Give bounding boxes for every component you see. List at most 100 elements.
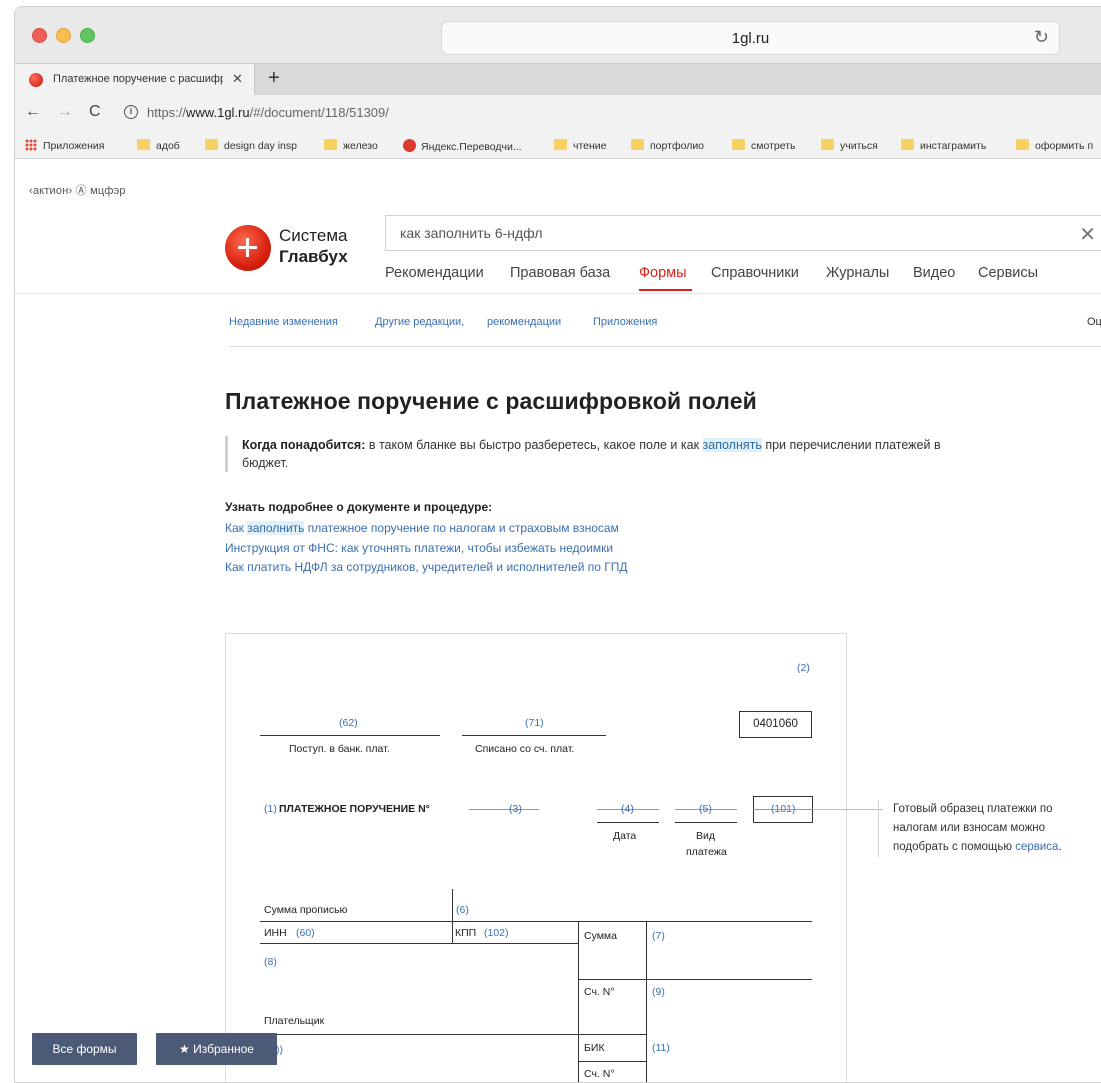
site-info-icon[interactable]: i — [124, 105, 138, 119]
site-favicon-icon — [29, 73, 43, 87]
browser-window: 1gl.ru ↻ Платежное поручение с расшифр ✕… — [14, 6, 1101, 1083]
url-field[interactable]: https://www.1gl.ru/#/document/118/51309/ — [147, 105, 389, 120]
logo-line-2: Главбух — [279, 247, 348, 266]
omnibox-pill[interactable]: 1gl.ru ↻ — [441, 21, 1060, 55]
vid-label-2: платежа — [686, 846, 727, 858]
tab-strip: Платежное поручение с расшифр ✕ + — [15, 63, 1101, 96]
forward-arrow-icon[interactable]: → — [57, 103, 73, 121]
nav-reference[interactable]: Справочники — [711, 265, 799, 281]
field-11-link[interactable]: (11) — [652, 1042, 670, 1054]
field-71-line — [462, 735, 606, 736]
bookmark-label: инстаграмить — [920, 140, 987, 152]
nav-video[interactable]: Видео — [913, 265, 955, 281]
form-hline-6 — [578, 1061, 646, 1062]
close-tab-icon[interactable]: ✕ — [232, 71, 243, 87]
bookmark-instagramit[interactable]: инстаграмить — [901, 139, 986, 152]
payment-order-title: ПЛАТЕЖНОЕ ПОРУЧЕНИЕ N° — [279, 803, 430, 815]
bookmark-uchitsya[interactable]: учиться — [821, 139, 878, 152]
minimize-window-button[interactable] — [56, 28, 71, 43]
bookmark-design-day[interactable]: design day insp — [205, 139, 297, 152]
active-tab[interactable]: Платежное поручение с расшифр ✕ — [15, 64, 255, 96]
field-62-link[interactable]: (62) — [339, 717, 358, 729]
nav-legal-base[interactable]: Правовая база — [510, 265, 610, 281]
bookmark-label: Приложения — [43, 140, 105, 152]
nav-recommendations[interactable]: Рекомендации — [385, 265, 484, 281]
reload-icon[interactable]: ↻ — [1034, 27, 1049, 48]
lead-label: Когда понадобится: — [242, 438, 366, 452]
title-bar: 1gl.ru ↻ — [15, 7, 1101, 63]
subnav-attachments[interactable]: Приложения — [593, 316, 657, 328]
bookmark-oformit[interactable]: оформить п — [1016, 139, 1093, 152]
nav-services[interactable]: Сервисы — [978, 265, 1038, 281]
bookmark-label: портфолио — [650, 140, 705, 152]
field-9-link[interactable]: (9) — [652, 986, 665, 998]
related-link-3[interactable]: Как платить НДФЛ за сотрудников, учредит… — [225, 558, 628, 578]
sample-tip: Готовый образец платежки по налогам или … — [878, 800, 1078, 857]
more-info-heading: Узнать подробнее о документе и процедуре… — [225, 500, 493, 514]
new-tab-icon[interactable]: + — [268, 67, 280, 90]
field-3-line — [469, 809, 539, 810]
reload-page-icon[interactable]: C — [89, 103, 101, 121]
form-hline-5 — [578, 1034, 646, 1035]
sch-label: Сч. N° — [584, 986, 615, 998]
subnav-recommendations[interactable]: рекомендации — [487, 316, 561, 328]
aktion-brand[interactable]: ‹актион› Ⓐ мцфэр — [29, 182, 126, 198]
bookmark-label: смотреть — [751, 140, 796, 152]
vid-label-1: Вид — [696, 830, 715, 842]
bookmark-yandex-translate[interactable]: Яндекс.Переводчи... — [403, 139, 522, 153]
field-4-link[interactable]: (4) — [621, 803, 634, 815]
subnav-recent-changes[interactable]: Недавние изменения — [229, 316, 338, 328]
apps-grid-icon — [25, 139, 37, 151]
site-logo[interactable]: Система Главбух — [279, 225, 348, 267]
bookmark-apps[interactable]: Приложения — [25, 139, 104, 152]
subnav-other-editions[interactable]: Другие редакции, — [375, 316, 464, 328]
star-icon: ★ — [179, 1042, 190, 1056]
folder-icon — [1016, 139, 1029, 150]
bookmark-label: чтение — [573, 140, 607, 152]
field-102-link[interactable]: (102) — [484, 927, 509, 939]
tip-service-link[interactable]: сервиса — [1015, 841, 1058, 853]
glavbukh-logo-icon[interactable] — [225, 225, 271, 271]
payment-order-form: (2) (62) Поступ. в банк. плат. (71) Спис… — [225, 633, 883, 1082]
postup-label: Поступ. в банк. плат. — [289, 743, 390, 755]
page-title: Платежное поручение с расшифровкой полей — [225, 388, 757, 414]
favorites-label: Избранное — [193, 1042, 254, 1056]
field-7-link[interactable]: (7) — [652, 930, 665, 942]
date-line — [597, 822, 659, 823]
lead-text-1: в таком бланке вы быстро разберетесь, ка… — [365, 438, 703, 452]
bookmark-label: Яндекс.Переводчи... — [421, 141, 522, 153]
bookmark-portfolio[interactable]: портфолио — [631, 139, 704, 152]
field-60-link[interactable]: (60) — [296, 927, 315, 939]
back-arrow-icon[interactable]: ← — [25, 103, 41, 121]
field-5-link[interactable]: (5) — [699, 803, 712, 815]
bookmark-adob[interactable]: адоб — [137, 139, 180, 152]
field-2-link[interactable]: (2) — [797, 662, 810, 674]
related-link-1[interactable]: Как заполнить платежное поручение по нал… — [225, 519, 628, 539]
field-10-link[interactable]: )) — [276, 1044, 283, 1056]
subnav-right-item[interactable]: Оц — [1087, 316, 1101, 328]
bookmark-chtenie[interactable]: чтение — [554, 139, 607, 152]
field-71-link[interactable]: (71) — [525, 717, 544, 729]
field-8-link[interactable]: (8) — [264, 956, 277, 968]
form-hline-3 — [578, 979, 812, 980]
folder-icon — [205, 139, 218, 150]
field-1-link[interactable]: (1) — [264, 803, 277, 815]
related-links: Как заполнить платежное поручение по нал… — [225, 519, 628, 578]
maximize-window-button[interactable] — [80, 28, 95, 43]
nav-forms[interactable]: Формы — [639, 265, 687, 281]
folder-icon — [137, 139, 150, 150]
link-text: Как — [225, 521, 248, 535]
clear-search-icon[interactable]: ✕ — [1079, 222, 1096, 247]
nav-journals[interactable]: Журналы — [826, 265, 889, 281]
form-vline-3 — [646, 921, 647, 1082]
field-6-link[interactable]: (6) — [456, 904, 469, 916]
related-link-2[interactable]: Инструкция от ФНС: как уточнять платежи,… — [225, 539, 628, 559]
all-forms-button[interactable]: Все формы — [32, 1033, 137, 1065]
favorites-button[interactable]: ★ Избранное — [156, 1033, 277, 1065]
search-input[interactable] — [386, 216, 1101, 250]
field-3-link[interactable]: (3) — [509, 803, 522, 815]
bookmark-zhelezo[interactable]: железо — [324, 139, 378, 152]
close-window-button[interactable] — [32, 28, 47, 43]
bookmark-smotret[interactable]: смотреть — [732, 139, 796, 152]
form-code-box: 0401060 — [739, 711, 812, 738]
